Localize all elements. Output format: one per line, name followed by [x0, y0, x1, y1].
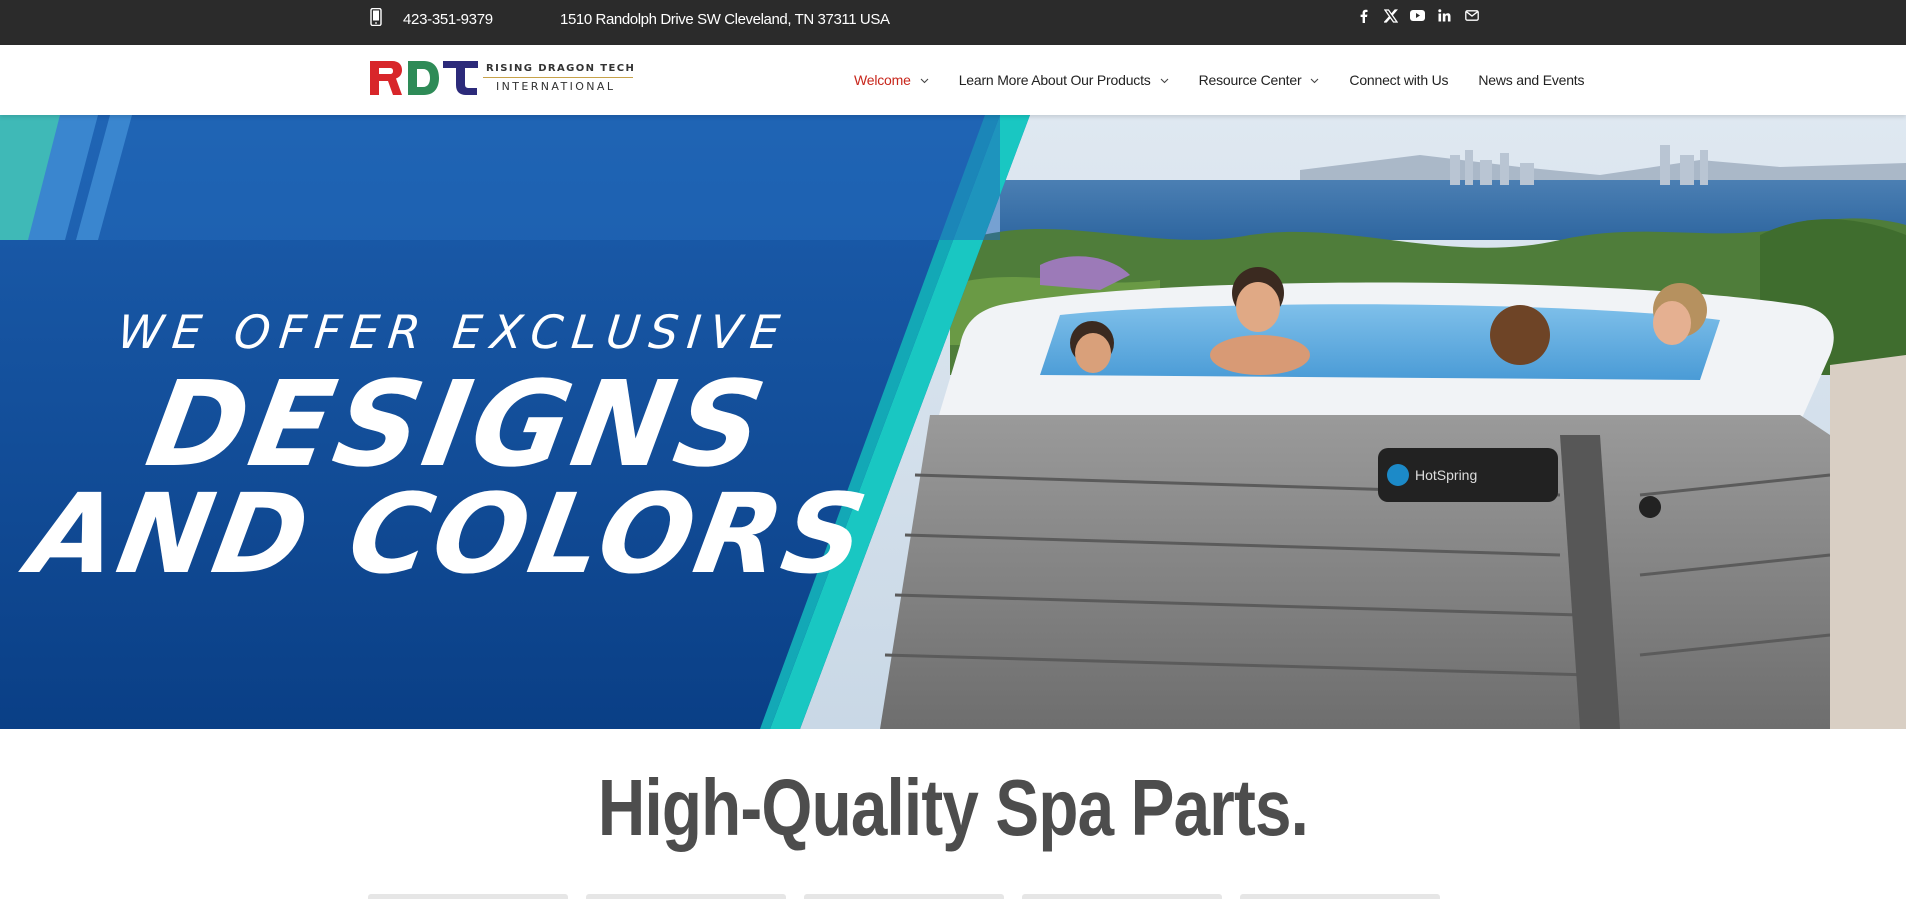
nav-item-label: News and Events	[1478, 72, 1585, 88]
nav-item-label: Connect with Us	[1349, 72, 1449, 88]
nav-item-connect[interactable]: Connect with Us	[1349, 72, 1448, 88]
section-title: High-Quality Spa Parts.	[597, 763, 1309, 852]
chevron-down-icon	[920, 78, 929, 83]
logo-top-text: RISING DRAGON TECH	[486, 63, 636, 74]
main-nav: Welcome Learn More About Our Products Re…	[854, 45, 1584, 115]
chevron-down-icon	[1311, 78, 1319, 83]
hotspring-badge: HotSpring	[1415, 467, 1477, 483]
nav-item-welcome[interactable]: Welcome	[854, 72, 929, 88]
nav-item-label: Learn More About Our Products	[958, 72, 1151, 88]
x-twitter-icon[interactable]	[1383, 8, 1398, 23]
nav-item-products[interactable]: Learn More About Our Products	[959, 72, 1169, 88]
logo-bottom-text: INTERNATIONAL	[496, 80, 616, 93]
product-card[interactable]	[586, 894, 786, 899]
product-card[interactable]	[1022, 894, 1222, 899]
mobile-phone-icon	[370, 8, 382, 26]
nav-item-news-events[interactable]: News and Events	[1478, 72, 1584, 88]
email-icon[interactable]	[1464, 8, 1479, 23]
product-cards-row	[368, 894, 1440, 899]
hero-banner[interactable]: HotSpring WE OFFER EXCLUSIVE DESIGNS AND…	[0, 115, 1906, 729]
site-header: RISING DRAGON TECH INTERNATIONAL Welcome…	[0, 45, 1906, 115]
top-bar: 423-351-9379 1510 Randolph Drive SW Clev…	[0, 0, 1906, 45]
linkedin-icon[interactable]	[1437, 8, 1452, 23]
nav-item-resource-center[interactable]: Resource Center	[1199, 72, 1320, 88]
product-card[interactable]	[1240, 894, 1440, 899]
social-links	[1356, 8, 1479, 23]
youtube-icon[interactable]	[1410, 8, 1425, 23]
product-card[interactable]	[804, 894, 1004, 899]
chevron-down-icon	[1160, 78, 1168, 83]
hero-headline-line1: WE OFFER EXCLUSIVE	[115, 305, 792, 359]
phone-number-link[interactable]: 423-351-9379	[403, 11, 493, 28]
address-text: 1510 Randolph Drive SW Cleveland, TN 373…	[560, 11, 890, 28]
rdt-logo-mark	[370, 61, 478, 95]
logo-divider	[483, 77, 633, 78]
product-card[interactable]	[368, 894, 568, 899]
nav-item-label: Welcome	[854, 72, 911, 88]
logo[interactable]: RISING DRAGON TECH INTERNATIONAL	[368, 59, 638, 99]
nav-item-label: Resource Center	[1198, 72, 1302, 88]
hero-headline-line3: AND COLORS	[20, 470, 878, 598]
facebook-icon[interactable]	[1356, 8, 1371, 23]
